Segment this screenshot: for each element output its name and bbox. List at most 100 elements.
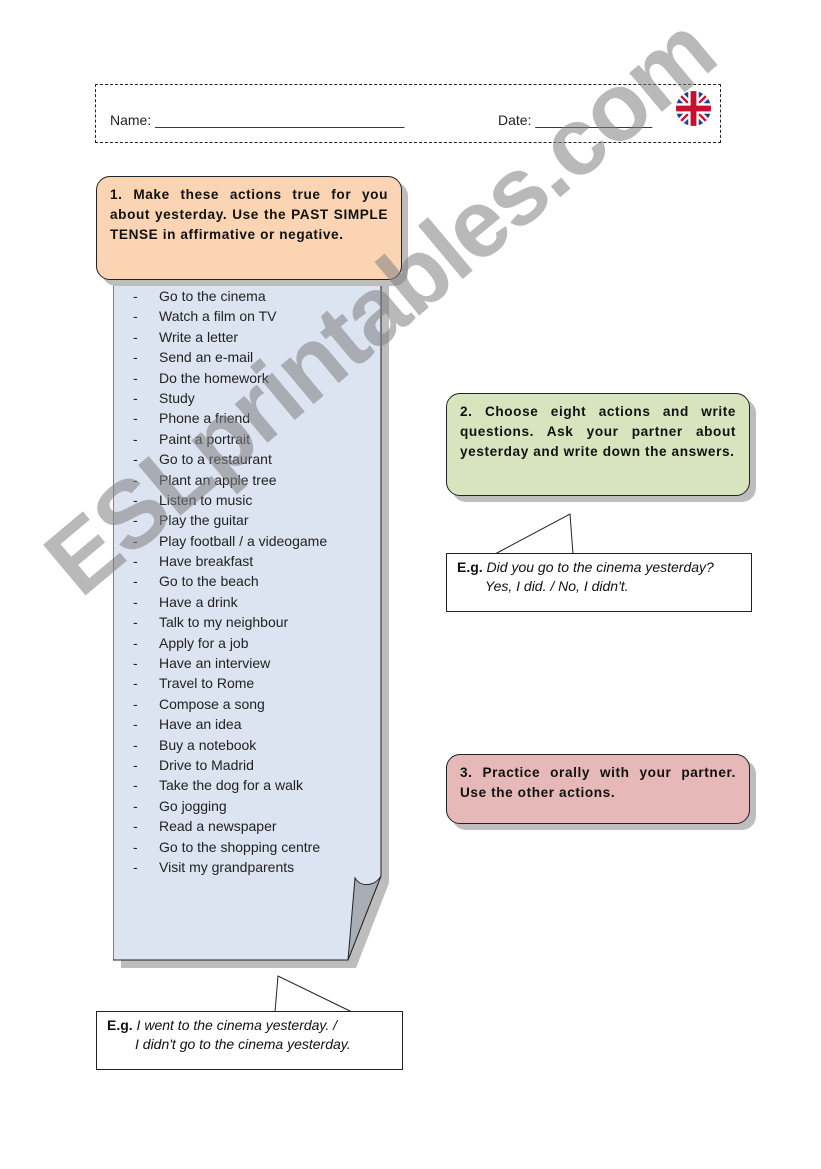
action-item: - Watch a film on TV <box>113 306 373 326</box>
action-text: Talk to my neighbour <box>159 614 289 631</box>
bullet-dash: - <box>133 430 138 447</box>
action-item: - Have breakfast <box>113 551 373 571</box>
action-text: Phone a friend <box>159 410 251 427</box>
bullet-dash: - <box>133 777 138 794</box>
example-2-callout: E.g. Did you go to the cinema yesterday?… <box>446 553 752 612</box>
action-item: - Go to the shopping centre <box>113 837 373 857</box>
bullet-dash: - <box>133 614 138 631</box>
action-item: - Do the homework <box>113 368 373 388</box>
bullet-dash: - <box>133 634 138 651</box>
name-date-header: Name: ________________________________ D… <box>95 84 721 143</box>
bullet-dash: - <box>133 593 138 610</box>
bullet-dash: - <box>133 756 138 773</box>
bullet-dash: - <box>133 858 138 875</box>
action-item: - Travel to Rome <box>113 673 373 693</box>
action-text: Compose a song <box>159 695 265 712</box>
action-item: - Go to a restaurant <box>113 449 373 469</box>
action-text: Have breakfast <box>159 553 254 570</box>
action-text: Play the guitar <box>159 512 249 529</box>
action-text: Send an e-mail <box>159 349 254 366</box>
action-text: Apply for a job <box>159 634 249 651</box>
bullet-dash: - <box>133 818 138 835</box>
action-text: Study <box>159 389 195 406</box>
bullet-dash: - <box>133 838 138 855</box>
bullet-dash: - <box>133 491 138 508</box>
task-2-instructions: 2. Choose eight actions and write questi… <box>446 393 750 496</box>
bullet-dash: - <box>133 695 138 712</box>
action-item: - Have an idea <box>113 714 373 734</box>
actions-list: - Go to the cinema - Watch a film on TV - Wri… <box>113 286 373 877</box>
task-3-instructions: 3. Practice orally with your partner. Us… <box>446 754 750 824</box>
action-item: - Read a newspaper <box>113 816 373 836</box>
example-1-line-1: I went to the cinema yesterday. / <box>132 1017 338 1033</box>
action-text: Play football / a videogame <box>159 532 328 549</box>
bullet-dash: - <box>133 655 138 672</box>
bullet-dash: - <box>133 328 138 345</box>
action-item: - Play the guitar <box>113 510 373 530</box>
action-item: - Talk to my neighbour <box>113 612 373 632</box>
action-text: Plant an apple tree <box>159 471 277 488</box>
action-text: Go jogging <box>159 797 227 814</box>
action-text: Have an interview <box>159 655 271 672</box>
action-item: - Go jogging <box>113 796 373 816</box>
action-item: - Play football / a videogame <box>113 531 373 551</box>
action-item: - Apply for a job <box>113 633 373 653</box>
bullet-dash: - <box>133 288 138 304</box>
action-item: - Write a letter <box>113 327 373 347</box>
action-item: - Study <box>113 388 373 408</box>
bullet-dash: - <box>133 410 138 427</box>
action-text: Go to the cinema <box>159 288 266 304</box>
name-field[interactable]: Name: ________________________________ <box>110 112 404 128</box>
action-text: Go to the beach <box>159 573 259 590</box>
action-text: Go to the shopping centre <box>159 838 321 855</box>
bullet-dash: - <box>133 471 138 488</box>
bullet-dash: - <box>133 797 138 814</box>
action-item: - Listen to music <box>113 490 373 510</box>
action-item: - Phone a friend <box>113 408 373 428</box>
action-text: Buy a notebook <box>159 736 257 753</box>
action-text: Do the homework <box>159 369 269 386</box>
action-text: Watch a film on TV <box>159 308 277 325</box>
bullet-dash: - <box>133 736 138 753</box>
action-item: - Plant an apple tree <box>113 470 373 490</box>
action-text: Have an idea <box>159 716 242 733</box>
bullet-dash: - <box>133 389 138 406</box>
action-text: Travel to Rome <box>159 675 255 692</box>
action-item: - Have a drink <box>113 592 373 612</box>
action-text: Listen to music <box>159 491 253 508</box>
bullet-dash: - <box>133 369 138 386</box>
action-text: Have a drink <box>159 593 238 610</box>
date-field[interactable]: Date: _______________ <box>498 112 652 128</box>
bullet-dash: - <box>133 512 138 529</box>
action-item: - Visit my grandparents <box>113 857 373 877</box>
task-1-instructions: 1. Make these actions true for you about… <box>96 176 402 280</box>
example-label: E.g. <box>107 1017 133 1033</box>
bullet-dash: - <box>133 349 138 366</box>
action-text: Drive to Madrid <box>159 756 254 773</box>
action-item: - Send an e-mail <box>113 347 373 367</box>
bullet-dash: - <box>133 716 138 733</box>
bullet-dash: - <box>133 308 138 325</box>
example-1-line-2: I didn't go to the cinema yesterday. <box>135 1036 351 1052</box>
bullet-dash: - <box>133 451 138 468</box>
action-item: - Take the dog for a walk <box>113 775 373 795</box>
bullet-dash: - <box>133 675 138 692</box>
action-text: Paint a portrait <box>159 430 251 447</box>
action-text: Go to a restaurant <box>159 451 272 468</box>
bullet-dash: - <box>133 553 138 570</box>
bullet-dash: - <box>133 573 138 590</box>
action-item: - Compose a song <box>113 694 373 714</box>
action-item: - Paint a portrait <box>113 429 373 449</box>
action-text: Write a letter <box>159 328 239 345</box>
actions-scroll: - Go to the cinema - Watch a film on TV - Wri… <box>113 278 389 968</box>
action-item: - Buy a notebook <box>113 735 373 755</box>
bullet-dash: - <box>133 532 138 549</box>
action-text: Read a newspaper <box>159 818 277 835</box>
action-item: - Go to the beach <box>113 571 373 591</box>
example-2-line-1: Did you go to the cinema yesterday? <box>482 559 714 575</box>
uk-flag-icon <box>676 91 711 126</box>
example-label: E.g. <box>457 559 483 575</box>
callout-1-pointer <box>274 975 353 1013</box>
action-item: - Drive to Madrid <box>113 755 373 775</box>
action-text: Take the dog for a walk <box>159 777 303 794</box>
